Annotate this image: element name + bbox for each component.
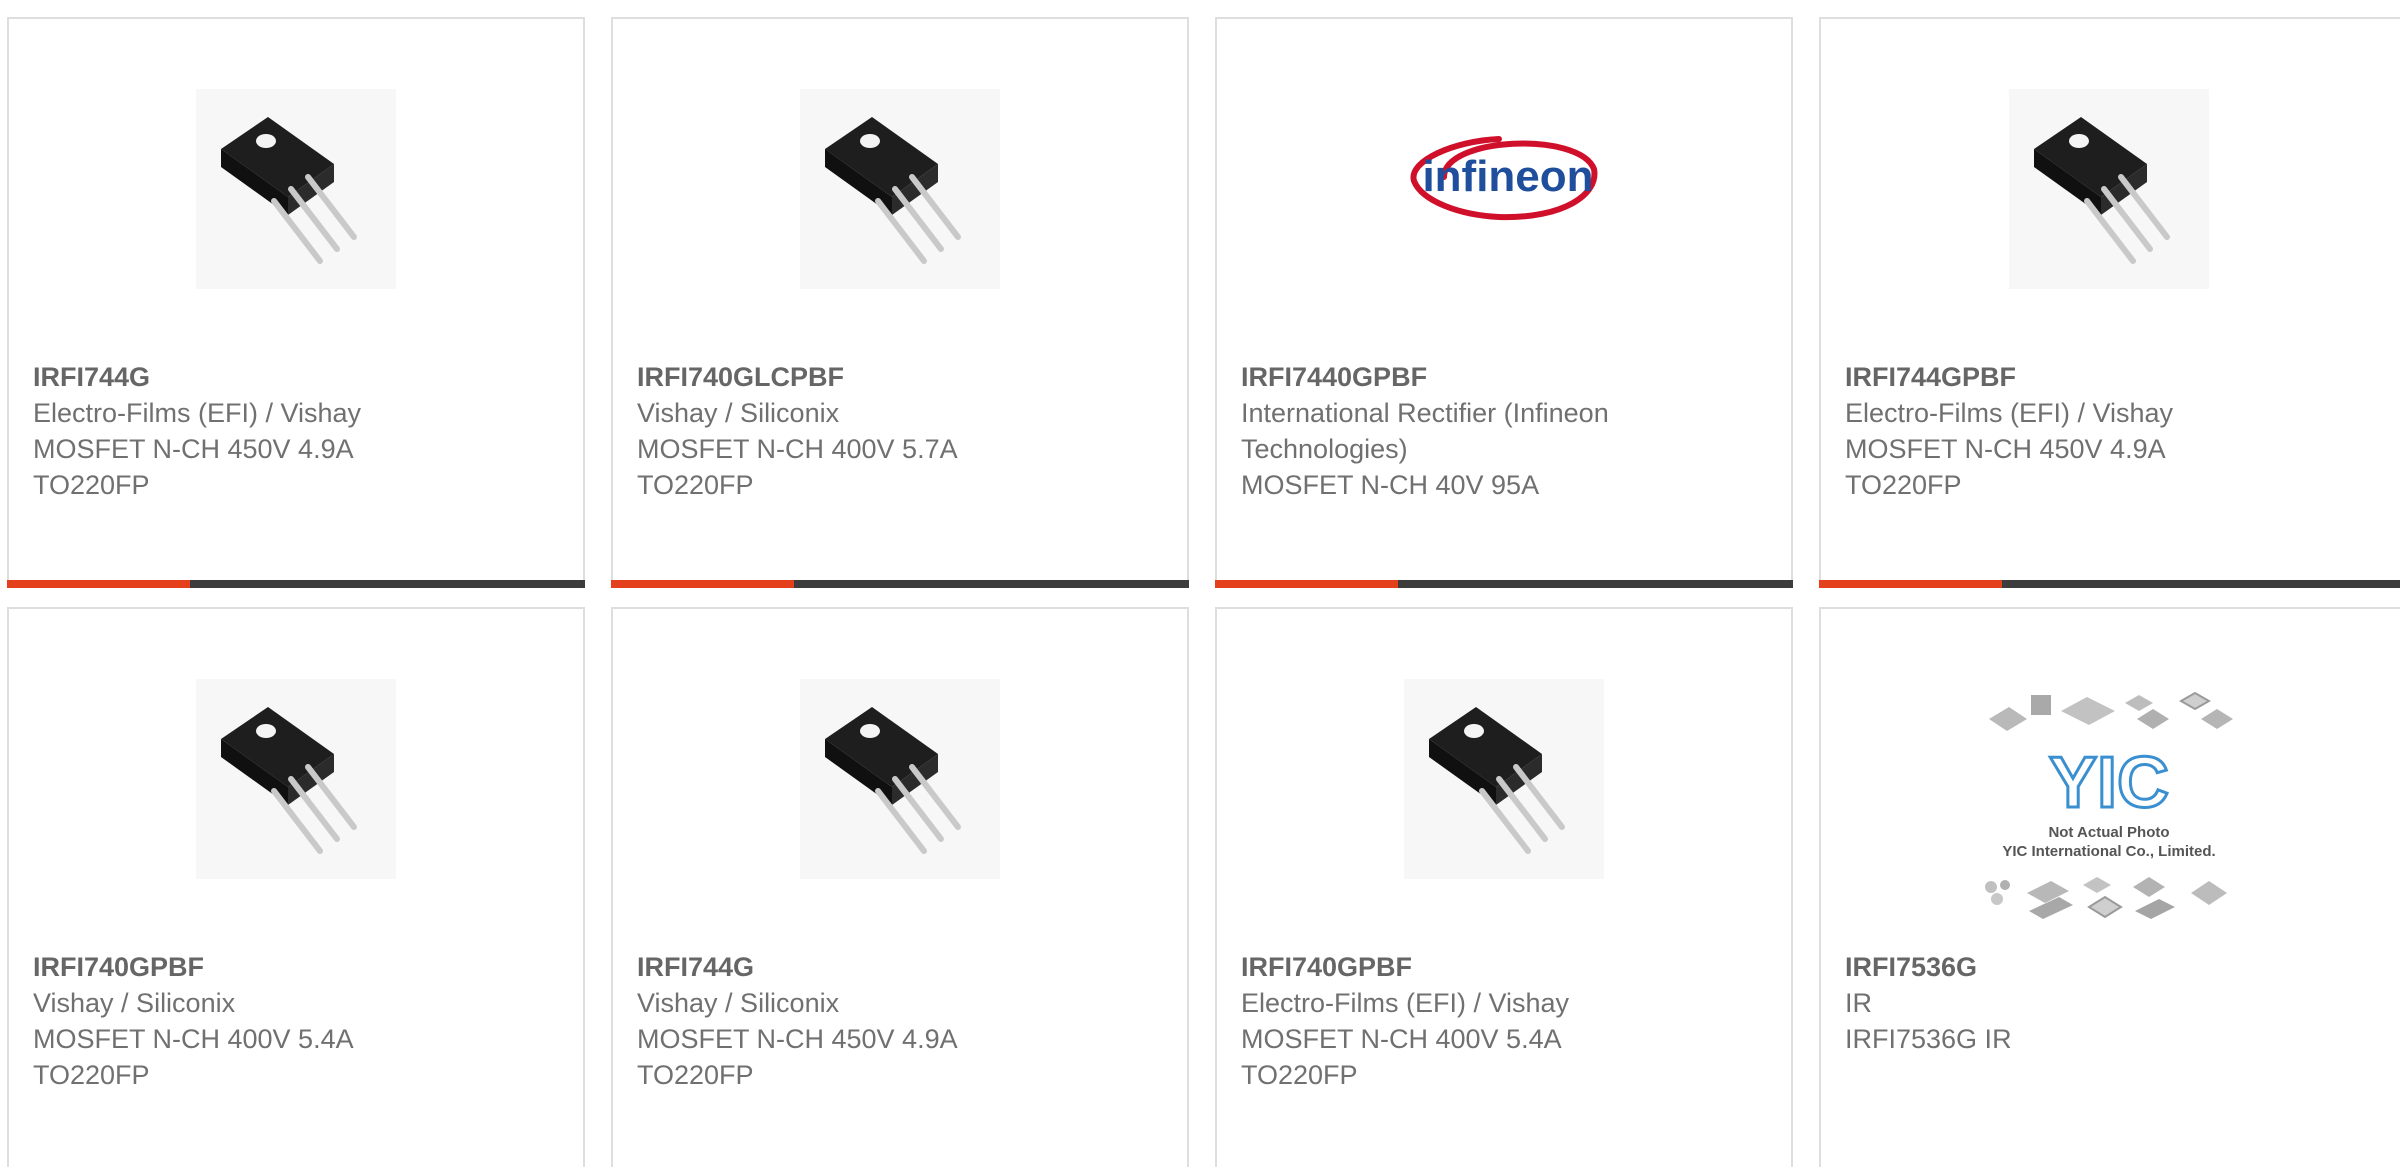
product-image[interactable]: infineon [1404,89,1604,289]
part-number[interactable]: IRFI7536G [1845,949,2385,985]
manufacturer: Vishay / Siliconix [637,988,840,1018]
placeholder-caption-line2: YIC International Co., Limited. [2002,843,2215,860]
description: IRFI7536G IR [1845,1024,2012,1054]
description: MOSFET N-CH 450V 4.9A [637,1024,958,1054]
package: TO220FP [637,1060,754,1090]
to220-transistor-icon [221,707,357,854]
to220-transistor-icon [221,117,357,264]
product-grid: IRFI744G Electro-Films (EFI) / Vishay MO… [0,0,2400,1167]
card-bottom-bar [611,580,1189,588]
product-card[interactable]: IRFI740GPBF Vishay / Siliconix MOSFET N-… [7,607,585,1167]
to220-transistor-icon [825,707,961,854]
product-image[interactable] [196,89,396,289]
description: MOSFET N-CH 450V 4.9A [1845,434,2166,464]
card-accent-bar [7,580,190,588]
package: TO220FP [33,1060,150,1090]
product-image[interactable] [196,679,396,879]
infineon-logo: infineon [1410,136,1598,221]
package: TO220FP [33,470,150,500]
card-bottom-bar [7,580,585,588]
manufacturer: International Rectifier (Infineon Techno… [1241,398,1609,464]
part-number[interactable]: IRFI7440GPBF [1241,359,1767,395]
part-number[interactable]: IRFI744G [33,359,559,395]
card-bottom-bar [1819,580,2400,588]
package: TO220FP [637,470,754,500]
package: TO220FP [1845,470,1962,500]
manufacturer: Electro-Films (EFI) / Vishay [33,398,362,428]
yic-placeholder-image: YIC Not Actual Photo YIC International C… [1985,691,2233,919]
product-image[interactable] [1404,679,1604,879]
part-number[interactable]: IRFI744G [637,949,1163,985]
yic-logo-text: YIC [2049,743,2169,823]
part-number[interactable]: IRFI740GPBF [33,949,559,985]
part-number[interactable]: IRFI740GLCPBF [637,359,1163,395]
placeholder-caption-line1: Not Actual Photo [2048,824,2169,841]
card-accent-bar [611,580,794,588]
description: MOSFET N-CH 400V 5.7A [637,434,958,464]
product-card[interactable]: IRFI744G Electro-Films (EFI) / Vishay MO… [7,17,585,588]
to220-transistor-icon [1429,707,1565,854]
manufacturer: Electro-Films (EFI) / Vishay [1241,988,1570,1018]
manufacturer: IR [1845,988,1872,1018]
description: MOSFET N-CH 450V 4.9A [33,434,354,464]
product-image[interactable] [2009,89,2209,289]
description: MOSFET N-CH 400V 5.4A [1241,1024,1562,1054]
description: MOSFET N-CH 400V 5.4A [33,1024,354,1054]
product-card[interactable]: IRFI744G Vishay / Siliconix MOSFET N-CH … [611,607,1189,1167]
card-bottom-bar [1215,580,1793,588]
card-accent-bar [1819,580,2002,588]
part-number[interactable]: IRFI740GPBF [1241,949,1767,985]
product-card[interactable]: IRFI740GPBF Electro-Films (EFI) / Vishay… [1215,607,1793,1167]
manufacturer: Vishay / Siliconix [637,398,840,428]
product-card[interactable]: IRFI744GPBF Electro-Films (EFI) / Vishay… [1819,17,2400,588]
to220-transistor-icon [2034,117,2170,264]
manufacturer: Vishay / Siliconix [33,988,236,1018]
part-number[interactable]: IRFI744GPBF [1845,359,2385,395]
product-image[interactable] [800,89,1000,289]
product-card[interactable]: infineon IRFI7440GPBF International Rect… [1215,17,1793,588]
product-image[interactable]: YIC Not Actual Photo YIC International C… [1969,689,2249,949]
card-accent-bar [1215,580,1398,588]
package: TO220FP [1241,1060,1358,1090]
description: MOSFET N-CH 40V 95A [1241,470,1540,500]
product-card[interactable]: YIC Not Actual Photo YIC International C… [1819,607,2400,1167]
to220-transistor-icon [825,117,961,264]
product-card[interactable]: IRFI740GLCPBF Vishay / Siliconix MOSFET … [611,17,1189,588]
infineon-logo-text: infineon [1422,152,1593,201]
product-image[interactable] [800,679,1000,879]
manufacturer: Electro-Films (EFI) / Vishay [1845,398,2174,428]
